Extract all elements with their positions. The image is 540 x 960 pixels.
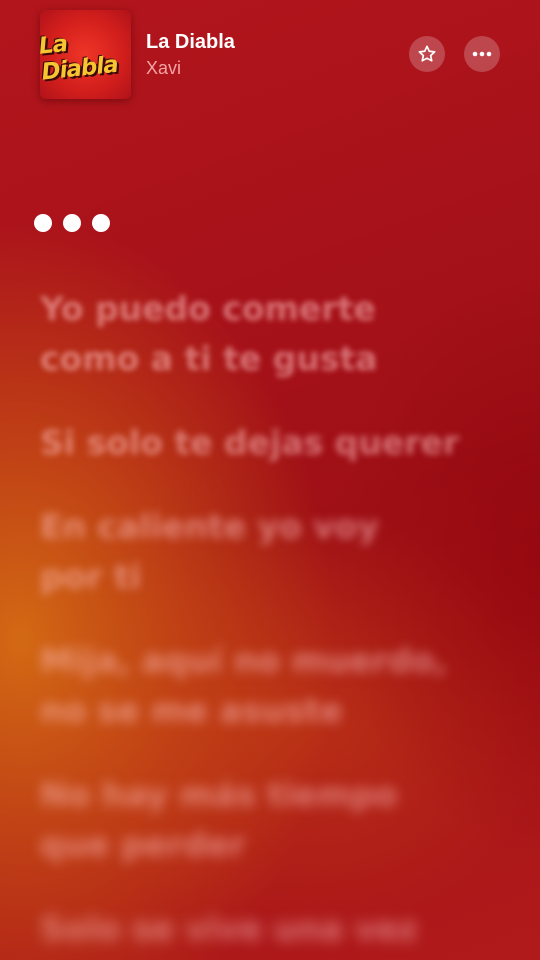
lyric-line[interactable]: Solo se vive una vez: [40, 904, 510, 954]
artwork-logo: La Diabla: [40, 30, 119, 86]
lyric-line[interactable]: No hay más tiempo que perder: [40, 770, 510, 870]
lyrics-list: Yo puedo comerte como a ti te gusta Si s…: [40, 284, 510, 960]
lyric-waiting-indicator: [34, 214, 110, 232]
artist-name[interactable]: Xavi: [146, 58, 181, 79]
favorite-button[interactable]: [409, 36, 445, 72]
typing-dot: [92, 214, 110, 232]
song-title[interactable]: La Diabla: [146, 31, 235, 54]
album-artwork[interactable]: La Diabla: [40, 10, 131, 99]
lyric-line[interactable]: Yo puedo comerte como a ti te gusta: [40, 284, 510, 384]
typing-dot: [63, 214, 81, 232]
now-playing-header: La Diabla La Diabla Xavi: [0, 0, 540, 100]
lyric-line[interactable]: Mija, aquí no muerdo, no se me asuste: [40, 636, 510, 736]
star-icon: [418, 45, 436, 62]
more-options-button[interactable]: [464, 36, 500, 72]
lyric-line[interactable]: En caliente yo voy por ti: [40, 502, 510, 602]
lyric-line[interactable]: Si solo te dejas querer: [40, 418, 510, 468]
typing-dot: [34, 214, 52, 232]
ellipsis-icon: [472, 51, 492, 57]
